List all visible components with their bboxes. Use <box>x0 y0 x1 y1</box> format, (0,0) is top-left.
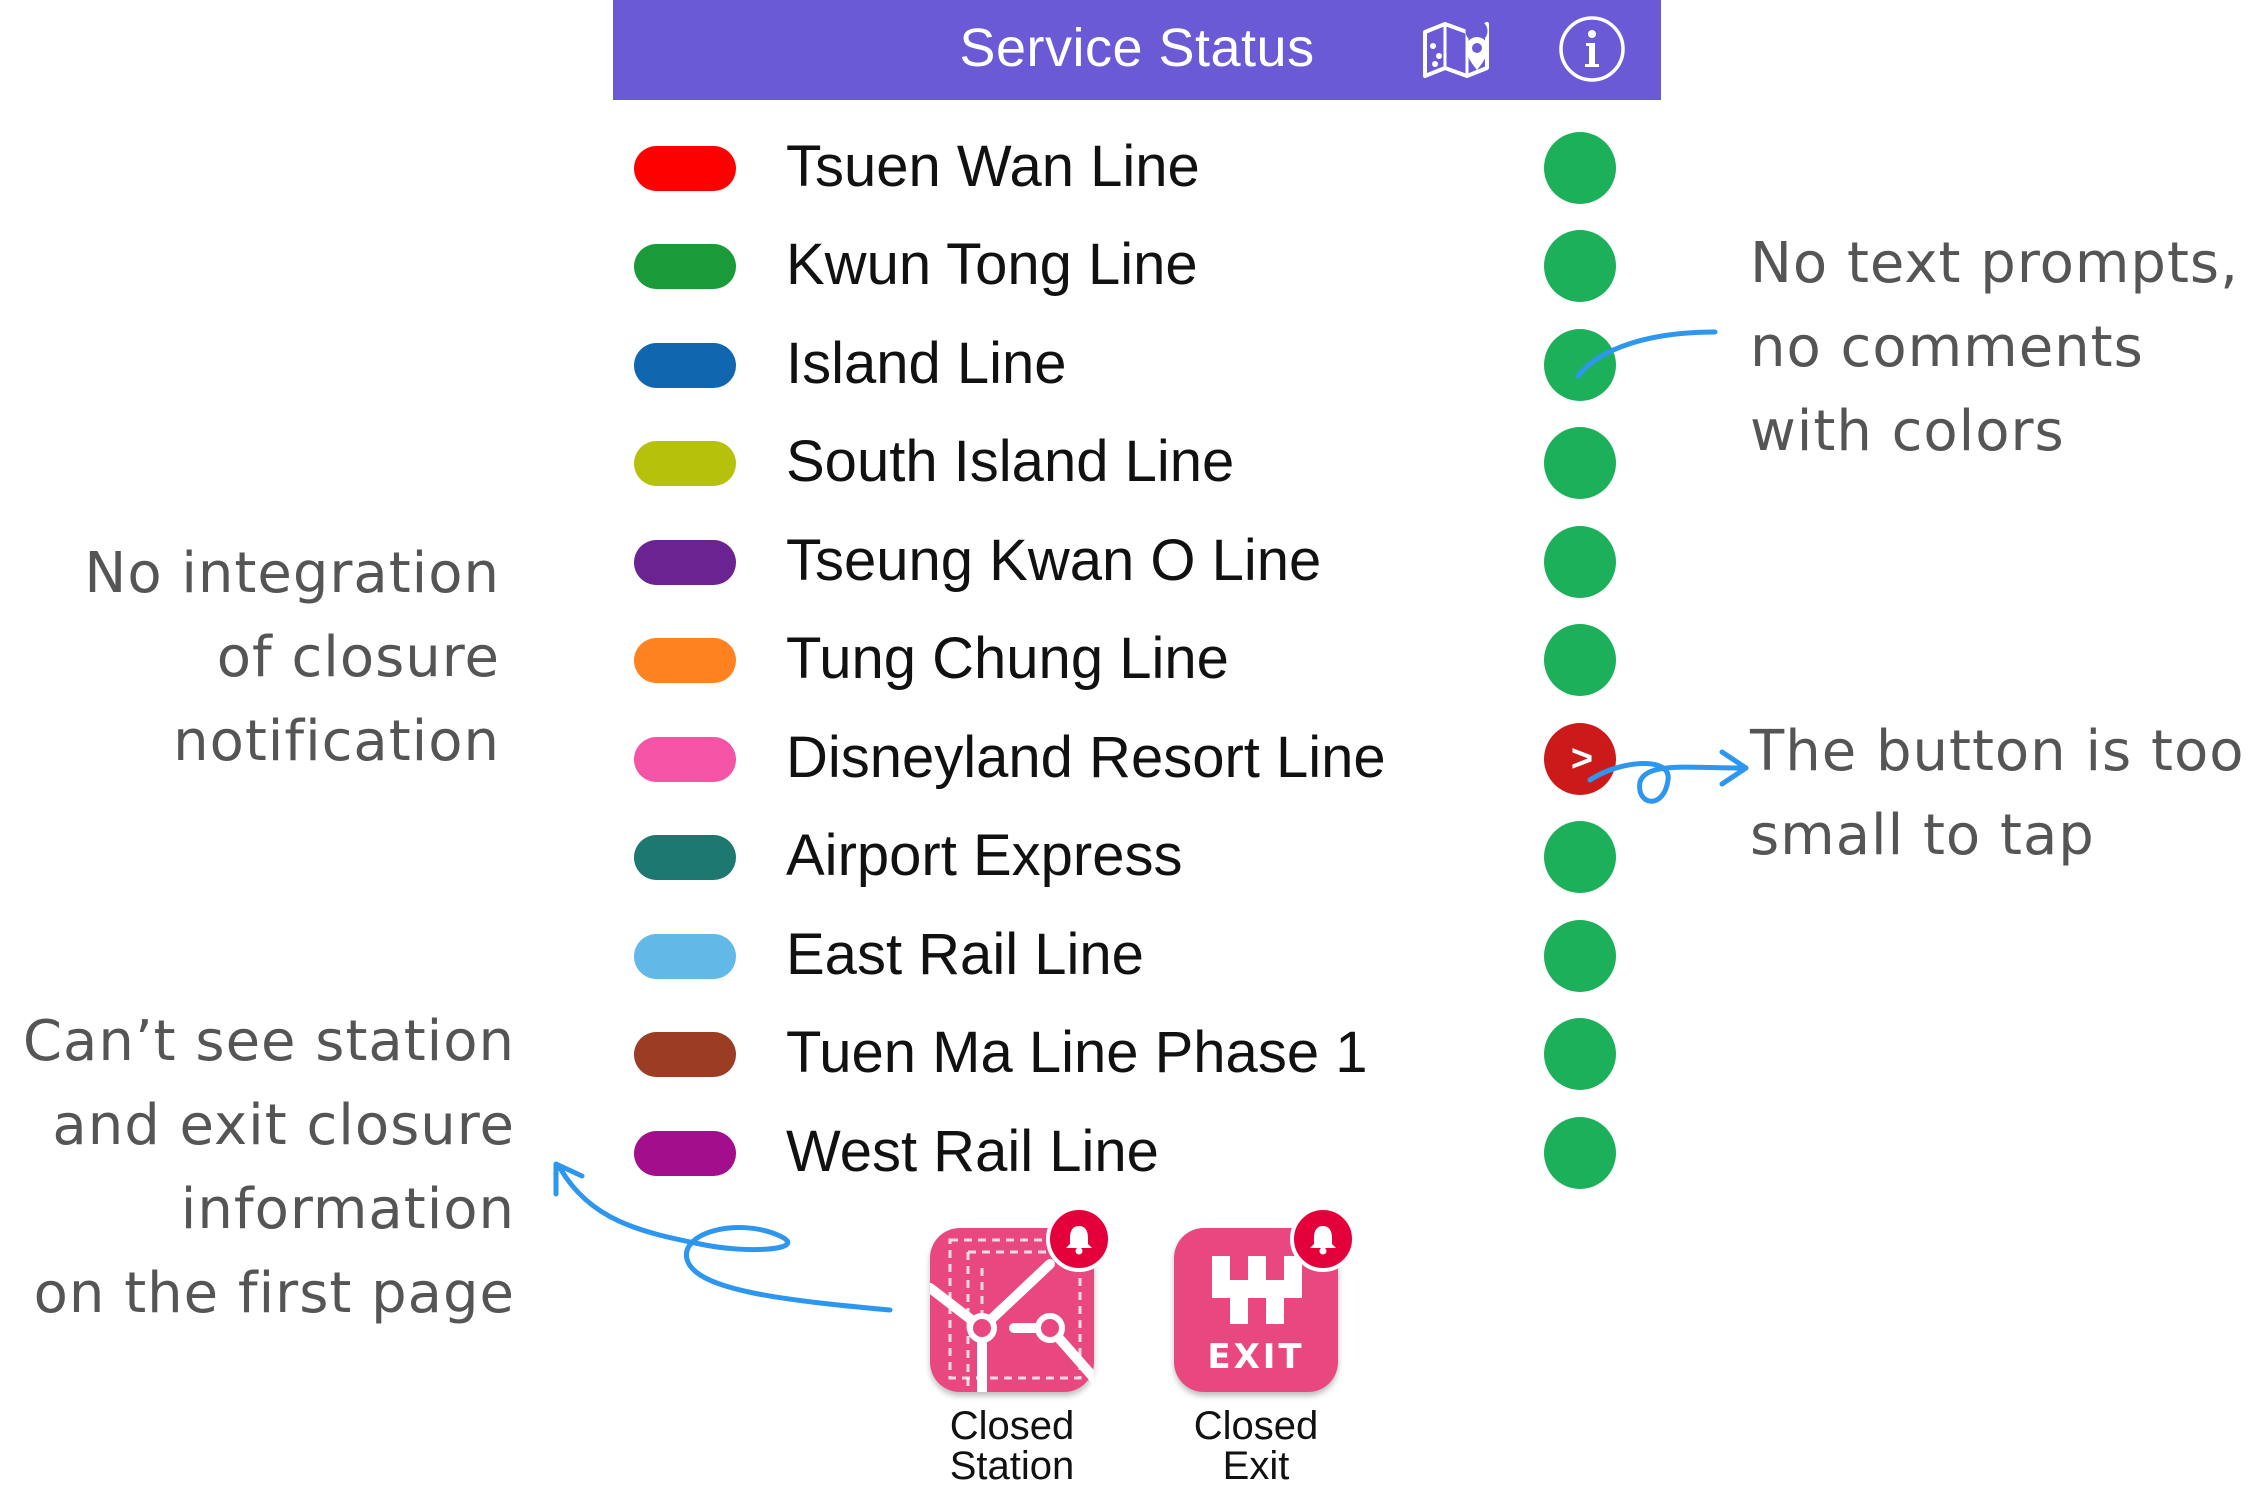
arrow-to-island-status <box>1575 329 1718 379</box>
annotation-arrows <box>553 329 1749 1313</box>
arrow-to-button <box>1587 761 1743 804</box>
arrow-to-closure-text <box>557 1165 893 1313</box>
